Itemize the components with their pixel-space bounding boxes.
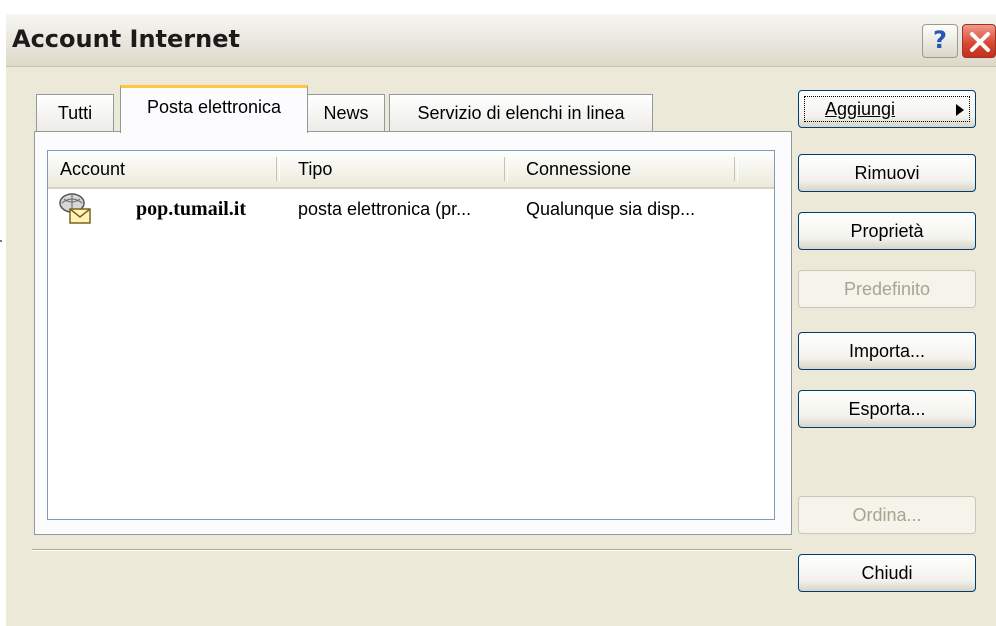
account-type: posta elettronica (pr... [298, 199, 472, 219]
list-item[interactable]: pop.tumail.it posta elettronica (pr... Q… [48, 191, 774, 231]
close-dialog-button[interactable]: Chiudi [798, 554, 976, 592]
import-button[interactable]: Importa... [798, 332, 976, 370]
close-button[interactable] [962, 24, 996, 58]
tab-tutti[interactable]: Tutti [36, 94, 114, 132]
mail-account-icon [59, 193, 91, 224]
title-bar[interactable]: Account Internet ? [6, 14, 996, 67]
column-header-connessione[interactable]: Connessione [514, 151, 734, 187]
close-icon [970, 32, 990, 52]
account-internet-dialog: Account Internet ? Tutti Posta elettroni… [6, 14, 996, 626]
column-divider[interactable] [276, 157, 280, 181]
tab-posta-elettronica[interactable]: Posta elettronica [120, 85, 308, 133]
column-header-tipo[interactable]: Tipo [286, 151, 504, 187]
separator-line [32, 549, 792, 551]
stray-pixel [0, 240, 2, 242]
remove-button[interactable]: Rimuovi [798, 154, 976, 192]
help-icon: ? [933, 26, 947, 54]
properties-button[interactable]: Proprietà [798, 212, 976, 250]
sort-button[interactable]: Ordina... [798, 496, 976, 534]
column-divider[interactable] [734, 157, 738, 181]
tab-news[interactable]: News [307, 94, 385, 132]
account-name: pop.tumail.it [136, 198, 247, 220]
window-title: Account Internet [12, 25, 240, 53]
accounts-list[interactable]: Account Tipo Connessione pop.tumail.it p… [47, 150, 775, 520]
column-divider[interactable] [504, 157, 508, 181]
export-button[interactable]: Esporta... [798, 390, 976, 428]
account-connection: Qualunque sia disp... [526, 199, 696, 219]
tab-panel: Account Tipo Connessione pop.tumail.it p… [34, 131, 792, 535]
add-button[interactable]: Aggiungi [798, 90, 976, 128]
add-button-label: Aggiungi [825, 99, 896, 119]
list-header: Account Tipo Connessione [48, 151, 774, 189]
submenu-arrow-icon [956, 104, 964, 116]
set-default-button[interactable]: Predefinito [798, 270, 976, 308]
help-button[interactable]: ? [922, 24, 958, 58]
tab-servizio-elenchi[interactable]: Servizio di elenchi in linea [389, 94, 653, 132]
column-header-account[interactable]: Account [48, 151, 276, 187]
